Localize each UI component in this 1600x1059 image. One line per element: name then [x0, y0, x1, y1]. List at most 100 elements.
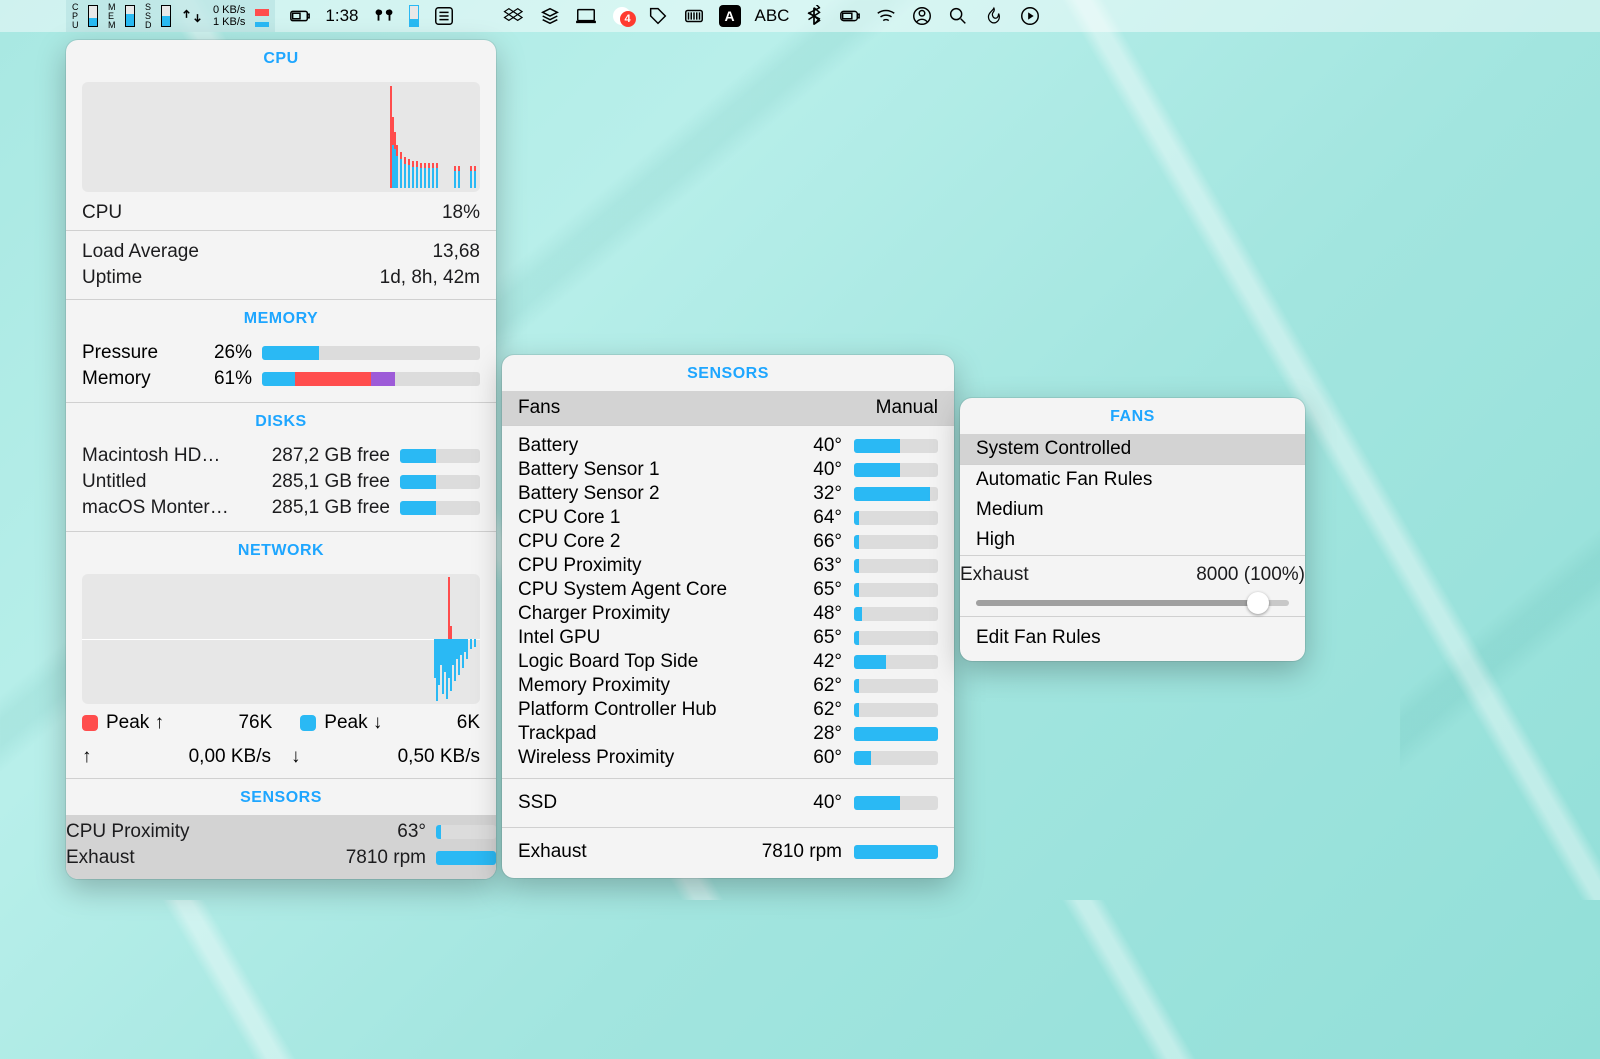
sensors-title: SENSORS	[502, 355, 954, 391]
cpu-usage-row[interactable]: CPU 18%	[82, 200, 480, 226]
net-mini-bar	[255, 5, 269, 27]
disk-name: Macintosh HD…	[82, 445, 252, 467]
battery-menubar-icon[interactable]	[289, 5, 311, 27]
spotlight-icon[interactable]	[947, 5, 969, 27]
temp-value: 28°	[782, 723, 842, 745]
disk-row[interactable]: Untitled285,1 GB free	[82, 469, 480, 495]
fan-mode-option[interactable]: System Controlled	[960, 434, 1305, 464]
temp-row[interactable]: Battery Sensor 1 40°	[502, 458, 954, 482]
temp-value: 40°	[782, 459, 842, 481]
notification-badge[interactable]: 4	[611, 5, 633, 27]
flame-icon[interactable]	[983, 5, 1005, 27]
net-up-rate: 0,00 KB/s	[92, 746, 292, 768]
net-arrows-icon	[181, 5, 203, 27]
bluetooth-icon[interactable]	[803, 5, 825, 27]
cpu-chart[interactable]	[82, 82, 480, 192]
temp-bar	[854, 655, 938, 669]
temp-row[interactable]: CPU Core 266°	[502, 530, 954, 554]
cpu-usage-value: 18%	[442, 202, 480, 224]
net-speed-up: 0 KB/s	[213, 4, 245, 16]
disk-free: 285,1 GB free	[252, 471, 390, 493]
user-icon[interactable]	[911, 5, 933, 27]
control-center-icon[interactable]	[1019, 5, 1041, 27]
disk-row[interactable]: Macintosh HD…287,2 GB free	[82, 443, 480, 469]
ssd-temp-row[interactable]: SSD 40°	[502, 791, 954, 815]
temp-value: 42°	[782, 651, 842, 673]
pressure-label: Pressure	[82, 342, 182, 364]
ssd-label: SSD	[518, 792, 770, 814]
fan-speed-slider[interactable]	[976, 600, 1289, 606]
temp-row[interactable]: CPU Core 164°	[502, 506, 954, 530]
temp-row[interactable]: Logic Board Top Side42°	[502, 650, 954, 674]
disk-free: 285,1 GB free	[252, 497, 390, 519]
temp-row[interactable]: CPU Proximity63°	[502, 554, 954, 578]
cpu-chart-pane	[86, 86, 438, 188]
network-chart[interactable]	[82, 574, 480, 704]
barcode-icon[interactable]	[683, 5, 705, 27]
display-icon[interactable]	[575, 5, 597, 27]
airpods-icon[interactable]	[373, 5, 395, 27]
peak-up-label: Peak ↑	[106, 712, 164, 734]
temp-row[interactable]: Battery Sensor 232°	[502, 482, 954, 506]
temp-row[interactable]: CPU System Agent Core65°	[502, 578, 954, 602]
memory-pressure-row[interactable]: Pressure 26%	[82, 340, 480, 366]
temp-name: Battery Sensor 2	[518, 483, 770, 505]
sensor-preview-list[interactable]: CPU Proximity63°Exhaust7810 rpm	[66, 815, 496, 879]
istat-menus-block[interactable]: CPU MEM SSD 0 KB/s 1 KB/s	[66, 0, 275, 32]
temp-row[interactable]: Trackpad28°	[502, 722, 954, 746]
tag-icon[interactable]	[647, 5, 669, 27]
input-source-label[interactable]: ABC	[755, 6, 790, 26]
cpu-mini-bar	[88, 5, 98, 27]
temp-value: 65°	[782, 627, 842, 649]
peak-up-swatch	[82, 715, 98, 731]
fan-mode-option[interactable]: Automatic Fan Rules	[960, 465, 1305, 495]
disk-row[interactable]: macOS Monter…285,1 GB free	[82, 495, 480, 521]
sensor-preview-row[interactable]: CPU Proximity63°	[66, 819, 496, 845]
sensor-preview-row[interactable]: Exhaust7810 rpm	[66, 845, 496, 871]
uptime-row[interactable]: Uptime 1d, 8h, 42m	[82, 265, 480, 291]
temp-name: Memory Proximity	[518, 675, 770, 697]
temp-row[interactable]: Intel GPU65°	[502, 626, 954, 650]
fan-mode-list: System ControlledAutomatic Fan RulesMedi…	[960, 434, 1305, 555]
net-up-arrow: ↑	[82, 746, 92, 768]
dropbox-icon[interactable]	[503, 5, 525, 27]
load-average-label: Load Average	[82, 241, 199, 263]
memory-usage-row[interactable]: Memory 61%	[82, 366, 480, 392]
temp-row[interactable]: Platform Controller Hub62°	[502, 698, 954, 722]
temp-row[interactable]: Wireless Proximity60°	[502, 746, 954, 770]
temp-bar	[854, 511, 938, 525]
exhaust-rpm-row[interactable]: Exhaust 7810 rpm	[502, 840, 954, 864]
fans-header-label: Fans	[518, 397, 560, 419]
edit-fan-rules[interactable]: Edit Fan Rules	[960, 617, 1305, 661]
temp-bar	[854, 607, 938, 621]
wifi-icon[interactable]	[875, 5, 897, 27]
fan-mode-option[interactable]: Medium	[960, 495, 1305, 525]
fan-mode-option[interactable]: High	[960, 525, 1305, 555]
disk-name: macOS Monter…	[82, 497, 252, 519]
temp-value: 60°	[782, 747, 842, 769]
list-icon[interactable]	[433, 5, 455, 27]
network-rate-row[interactable]: ↑ 0,00 KB/s ↓ 0,50 KB/s	[66, 742, 496, 778]
input-source-icon[interactable]: A	[719, 5, 741, 27]
ssd-mini-bar	[161, 5, 171, 27]
fans-header-row[interactable]: Fans Manual	[502, 391, 954, 425]
temp-name: Battery	[518, 435, 770, 457]
temp-value: 65°	[782, 579, 842, 601]
temp-row[interactable]: Memory Proximity62°	[502, 674, 954, 698]
temp-name: Battery Sensor 1	[518, 459, 770, 481]
fan-slider-knob[interactable]	[1247, 592, 1269, 614]
fans-exhaust-value: 8000 (100%)	[1196, 564, 1305, 586]
network-legend: Peak ↑ 76K Peak ↓ 6K	[66, 708, 496, 742]
clock[interactable]: 1:38	[325, 6, 358, 26]
fans-exhaust-row: Exhaust 8000 (100%)	[960, 556, 1305, 588]
load-average-row[interactable]: Load Average 13,68	[82, 239, 480, 265]
ssd-value: 40°	[782, 792, 842, 814]
battery-system-icon[interactable]	[839, 5, 861, 27]
stack-icon[interactable]	[539, 5, 561, 27]
temp-bar	[854, 679, 938, 693]
temp-mini-bar[interactable]	[409, 5, 419, 27]
pressure-value: 26%	[192, 342, 252, 364]
sensors-popover: SENSORS Fans Manual Battery40°Battery Se…	[502, 355, 954, 878]
temp-row[interactable]: Charger Proximity48°	[502, 602, 954, 626]
temp-row[interactable]: Battery40°	[502, 434, 954, 458]
